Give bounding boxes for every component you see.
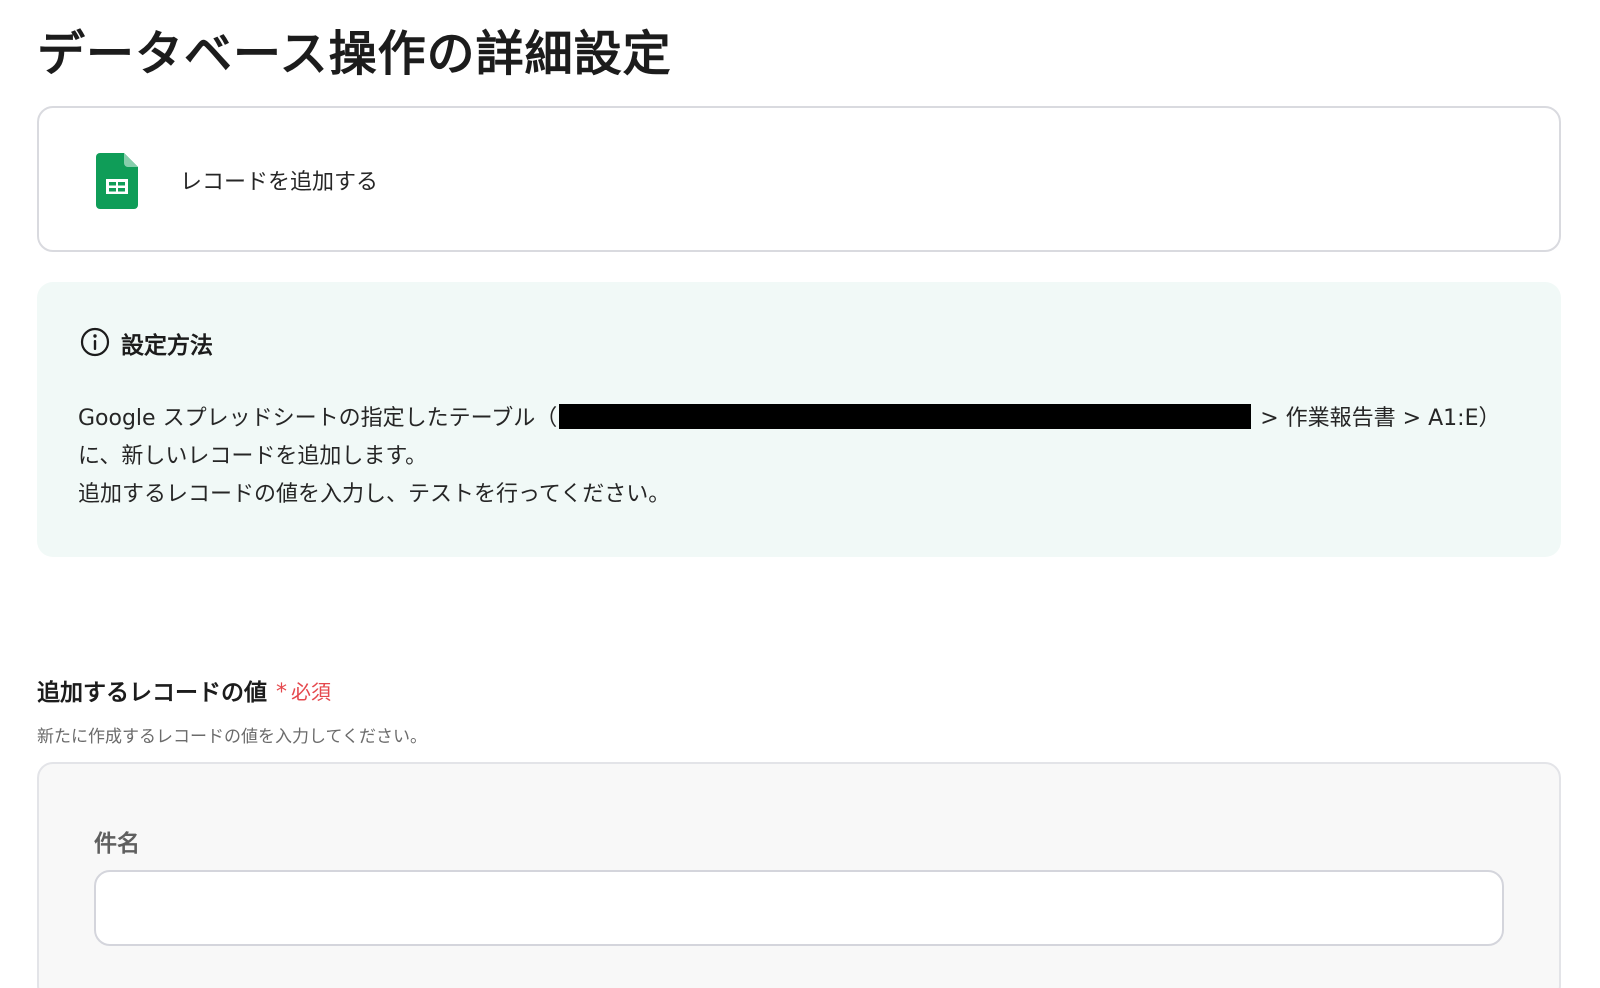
record-values-label: 追加するレコードの値	[37, 680, 267, 706]
info-line-1: Google スプレッドシートの指定したテーブル（ > 作業報告書 > A1:E…	[78, 400, 1500, 438]
record-fields-panel: 件名	[37, 762, 1561, 988]
google-sheets-icon	[96, 153, 138, 209]
info-body: Google スプレッドシートの指定したテーブル（ > 作業報告書 > A1:E…	[78, 400, 1500, 514]
info-icon	[80, 327, 110, 357]
page: データベース操作の詳細設定 レコードを追加する 設定方法 Google スプレッ…	[0, 0, 1600, 988]
subject-field-label: 件名	[94, 831, 140, 857]
action-card[interactable]: レコードを追加する	[37, 106, 1561, 252]
record-values-description: 新たに作成するレコードの値を入力してください。	[37, 727, 427, 747]
info-line-2: に、新しいレコードを追加します。	[78, 444, 428, 469]
info-line-3: 追加するレコードの値を入力し、テストを行ってください。	[78, 482, 671, 507]
setup-instructions-box: 設定方法 Google スプレッドシートの指定したテーブル（ > 作業報告書 >…	[37, 282, 1561, 557]
info-heading: 設定方法	[121, 333, 213, 359]
redacted-spreadsheet-name	[559, 404, 1252, 429]
page-title: データベース操作の詳細設定	[37, 26, 672, 82]
required-asterisk: *	[276, 680, 287, 705]
action-label: レコードを追加する	[180, 170, 379, 195]
info-line-1-prefix: Google スプレッドシートの指定したテーブル（	[78, 406, 558, 431]
required-badge: * 必須	[276, 676, 331, 705]
required-text: 必須	[291, 680, 331, 704]
subject-input[interactable]	[94, 870, 1504, 946]
info-line-1-suffix: > 作業報告書 > A1:E）	[1253, 406, 1501, 431]
